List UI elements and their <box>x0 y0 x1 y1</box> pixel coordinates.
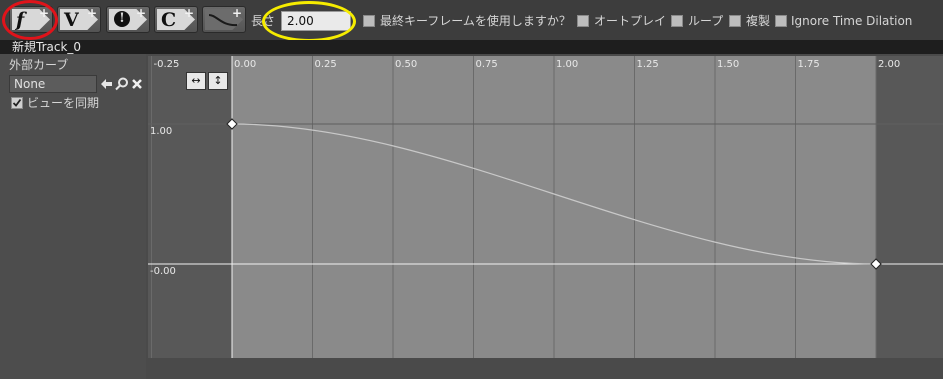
add-external-curve-button[interactable]: + <box>202 6 246 33</box>
curve-editor[interactable]: -0.25 0.00 0.25 0.50 0.75 1.00 1.25 1.50 1.75 2.0… <box>148 56 943 358</box>
add-color-track-button[interactable]: C + <box>154 6 198 33</box>
time-tick-label: 0.00 <box>234 59 257 70</box>
use-last-keyframe-checkbox[interactable] <box>363 15 375 27</box>
vector-track-icon: V <box>64 9 79 31</box>
sync-view-label: ビューを同期 <box>27 96 100 110</box>
loop-label: ループ <box>688 14 724 28</box>
autoplay-checkbox[interactable] <box>577 15 589 27</box>
value-tick-label: 1.00 <box>150 126 173 137</box>
fit-vertical-icon: ↕ <box>213 74 223 87</box>
external-curve-selector[interactable]: None <box>9 75 97 93</box>
track-header[interactable]: 新規Track_0 <box>0 40 943 54</box>
yellow-annotation-circle <box>262 1 356 42</box>
browse-search-icon[interactable] <box>115 77 129 91</box>
plus-icon: + <box>86 6 97 20</box>
time-tick-label: 1.00 <box>556 59 579 70</box>
curve-graph[interactable] <box>148 56 943 358</box>
red-annotation-circle <box>2 0 58 40</box>
clear-icon[interactable] <box>131 78 143 90</box>
time-tick-label: 0.75 <box>475 59 498 70</box>
time-tick-label: 0.50 <box>395 59 418 70</box>
fit-horizontal-button[interactable]: ↔ <box>186 72 206 90</box>
time-tick-label: 1.50 <box>717 59 740 70</box>
timeline-toolbar: f + V + ! + C + + 長さ 2.00 最終キーフレームを使用します… <box>0 0 943 42</box>
ignore-time-dilation-label: Ignore Time Dilation <box>791 14 913 28</box>
ignore-time-dilation-checkbox[interactable] <box>775 15 787 27</box>
fit-horizontal-icon: ↔ <box>191 74 201 87</box>
time-tick-label: 0.25 <box>314 59 337 70</box>
plus-icon: + <box>183 6 194 20</box>
color-track-icon: C <box>161 9 177 31</box>
time-tick-label: 1.25 <box>636 59 659 70</box>
add-event-track-button[interactable]: ! + <box>106 6 150 33</box>
use-selected-asset-icon[interactable] <box>100 78 113 90</box>
replicated-label: 複製 <box>746 14 771 28</box>
loop-checkbox[interactable] <box>671 15 683 27</box>
track-sidebar: 外部カーブ None ビューを同期 <box>0 54 146 379</box>
fit-vertical-button[interactable]: ↕ <box>208 72 228 90</box>
plus-icon: + <box>135 6 146 20</box>
time-tick-label: -0.25 <box>153 59 180 70</box>
add-vector-track-button[interactable]: V + <box>57 6 101 33</box>
use-last-keyframe-label: 最終キーフレームを使用しますか？ <box>380 14 571 28</box>
time-tick-label: 1.75 <box>797 59 820 70</box>
plus-icon: + <box>231 6 242 20</box>
event-track-icon: ! <box>114 11 130 27</box>
checkmark-icon <box>12 98 22 107</box>
track-name[interactable]: 新規Track_0 <box>12 40 81 54</box>
sync-view-checkbox[interactable] <box>11 97 23 109</box>
autoplay-label: オートプレイ <box>594 14 667 28</box>
replicated-checkbox[interactable] <box>729 15 741 27</box>
external-curve-label: 外部カーブ <box>9 58 69 72</box>
value-tick-label: -0.00 <box>150 266 176 277</box>
time-tick-label: 2.00 <box>878 59 901 70</box>
